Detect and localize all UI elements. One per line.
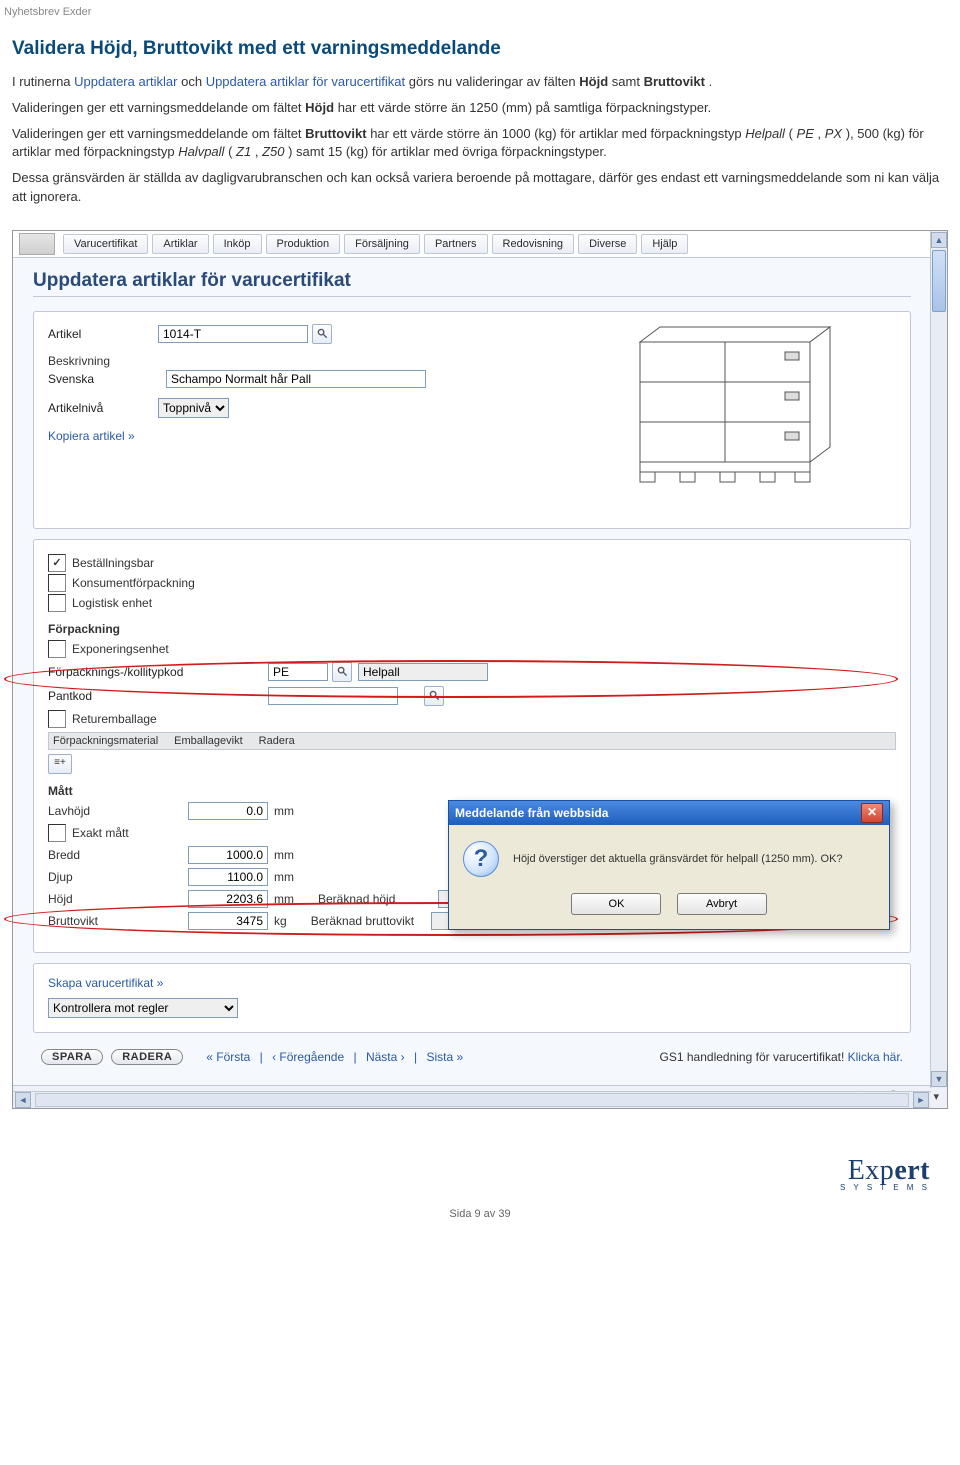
label-returemballage: Returemballage: [72, 712, 157, 726]
checkbox-bestallningsbar[interactable]: [48, 554, 66, 572]
gs1-text: GS1 handledning för varucertifikat!: [660, 1050, 848, 1064]
input-artikel[interactable]: [158, 325, 308, 343]
scroll-left-arrow[interactable]: ◄: [15, 1092, 31, 1108]
lookup-artikel-button[interactable]: [312, 324, 332, 344]
label-artikelniva: Artikelnivå: [48, 401, 158, 415]
app-logo: [19, 233, 55, 255]
checkbox-exponeringsenhet[interactable]: [48, 640, 66, 658]
input-hojd[interactable]: [188, 890, 268, 908]
section-forpackning: Förpackning: [48, 622, 896, 636]
scroll-down-arrow[interactable]: ▼: [931, 1071, 947, 1087]
input-djup[interactable]: [188, 868, 268, 886]
link-skapa-varucertifikat[interactable]: Skapa varucertifikat »: [48, 976, 896, 990]
label-lavhojd: Lavhöjd: [48, 804, 188, 818]
menu-forsaljning[interactable]: Försäljning: [344, 234, 420, 254]
nav-first[interactable]: « Första: [206, 1050, 250, 1064]
label-svenska: Svenska: [48, 372, 158, 386]
input-lavhojd[interactable]: [188, 802, 268, 820]
nav-last[interactable]: Sista »: [426, 1050, 463, 1064]
para-3: Valideringen ger ett varningsmeddelande …: [12, 125, 948, 161]
lookup-pantkod-button[interactable]: [424, 686, 444, 706]
pallet-illustration: [630, 322, 840, 492]
section-matt: Mått: [48, 784, 896, 798]
menu-hjalp[interactable]: Hjälp: [641, 234, 688, 254]
bottom-strip: SPARA RADERA « Första | ‹ Föregående | N…: [33, 1043, 911, 1071]
checkbox-konsumentforpackning[interactable]: [48, 574, 66, 592]
menubar: Varucertifikat Artiklar Inköp Produktion…: [13, 231, 947, 258]
horizontal-scrollbar[interactable]: ◄ ►: [13, 1091, 931, 1108]
label-exponeringsenhet: Exponeringsenhet: [72, 642, 169, 656]
input-pantkod[interactable]: [268, 687, 398, 705]
app-body: Uppdatera artiklar för varucertifikat Ar…: [13, 258, 931, 1081]
label-logistisk-enhet: Logistisk enhet: [72, 596, 152, 610]
panel-skapa: Skapa varucertifikat » Kontrollera mot r…: [33, 963, 911, 1033]
gs1-link[interactable]: Klicka här.: [848, 1050, 903, 1064]
article-text: Validera Höjd, Bruttovikt med ett varnin…: [0, 36, 960, 224]
scroll-right-arrow[interactable]: ►: [913, 1092, 929, 1108]
dialog-ok-button[interactable]: OK: [571, 893, 661, 915]
scroll-up-arrow[interactable]: ▲: [931, 232, 947, 248]
input-bredd[interactable]: [188, 846, 268, 864]
label-beraknad-hojd: Beräknad höjd: [318, 892, 438, 906]
question-icon: ?: [463, 841, 499, 877]
menu-artiklar[interactable]: Artiklar: [152, 234, 208, 254]
nav-prev[interactable]: ‹ Föregående: [272, 1050, 344, 1064]
select-kontrollera[interactable]: Kontrollera mot regler: [48, 998, 238, 1018]
panel-packaging: Beställningsbar Konsumentförpackning Log…: [33, 539, 911, 953]
button-spara[interactable]: SPARA: [41, 1049, 103, 1065]
label-bruttovikt: Bruttovikt: [48, 914, 188, 928]
vertical-scrollbar[interactable]: ▲ ▼: [930, 231, 947, 1088]
lookup-forpackningskod-button[interactable]: [332, 662, 352, 682]
page-number: Sida 9 av 39: [0, 1208, 960, 1220]
expert-logo: Expert: [848, 1155, 930, 1186]
record-nav: « Första | ‹ Föregående | Nästa › | Sist…: [203, 1050, 466, 1064]
button-radera[interactable]: RADERA: [111, 1049, 183, 1065]
checkbox-exakt-matt[interactable]: [48, 824, 66, 842]
menu-produktion[interactable]: Produktion: [266, 234, 341, 254]
grid-header: Förpackningsmaterial Emballagevikt Rader…: [48, 732, 896, 750]
menu-redovisning[interactable]: Redovisning: [492, 234, 575, 254]
section-heading: Validera Höjd, Bruttovikt med ett varnin…: [12, 36, 948, 63]
label-artikel: Artikel: [48, 327, 158, 341]
panel-article: Artikel Beskrivning Svenska Artikelnivå …: [33, 311, 911, 529]
label-beraknad-bruttovikt: Beräknad bruttovikt: [311, 914, 431, 928]
input-forpackningskod[interactable]: [268, 663, 328, 681]
page-title: Uppdatera artiklar för varucertifikat: [33, 270, 911, 292]
unit-mm: mm: [274, 804, 294, 818]
dialog-cancel-button[interactable]: Avbryt: [677, 893, 767, 915]
label-djup: Djup: [48, 870, 188, 884]
select-artikelniva[interactable]: Toppnivå: [158, 398, 229, 418]
menu-diverse[interactable]: Diverse: [578, 234, 637, 254]
menu-inkop[interactable]: Inköp: [213, 234, 262, 254]
para-2: Valideringen ger ett varningsmeddelande …: [12, 99, 948, 117]
label-pantkod: Pantkod: [48, 689, 268, 703]
label-bestallningsbar: Beställningsbar: [72, 556, 154, 570]
dialog-message: Höjd överstiger det aktuella gränsvärdet…: [513, 853, 843, 865]
label-exakt-matt: Exakt mått: [72, 826, 129, 840]
label-forpackningskod: Förpacknings-/kollitypkod: [48, 665, 268, 679]
checkbox-logistisk-enhet[interactable]: [48, 594, 66, 612]
menu-partners[interactable]: Partners: [424, 234, 488, 254]
input-svenska[interactable]: [166, 370, 426, 388]
dialog-title: Meddelande från webbsida: [455, 806, 608, 820]
scroll-thumb[interactable]: [932, 250, 946, 312]
label-bredd: Bredd: [48, 848, 188, 862]
app-window: Varucertifikat Artiklar Inköp Produktion…: [12, 230, 948, 1109]
label-hojd: Höjd: [48, 892, 188, 906]
checkbox-returemballage[interactable]: [48, 710, 66, 728]
nav-next[interactable]: Nästa ›: [366, 1050, 405, 1064]
link-kopiera-artikel[interactable]: Kopiera artikel »: [48, 429, 135, 443]
dialog-close-button[interactable]: ✕: [861, 803, 883, 823]
menu-varucertifikat[interactable]: Varucertifikat: [63, 234, 148, 254]
display-forpackningskod-text: [358, 663, 488, 681]
footer: Expert S Y S T E M S: [0, 1115, 960, 1202]
add-row-button[interactable]: ≡+: [48, 754, 72, 774]
label-konsumentforpackning: Konsumentförpackning: [72, 576, 195, 590]
para-4: Dessa gränsvärden är ställda av dagligva…: [12, 169, 948, 205]
dialog-warning: Meddelande från webbsida ✕ ? Höjd överst…: [448, 800, 890, 930]
doc-header: Nyhetsbrev Exder: [0, 0, 960, 22]
input-bruttovikt[interactable]: [188, 912, 268, 930]
para-1: I rutinerna Uppdatera artiklar och Uppda…: [12, 73, 948, 91]
